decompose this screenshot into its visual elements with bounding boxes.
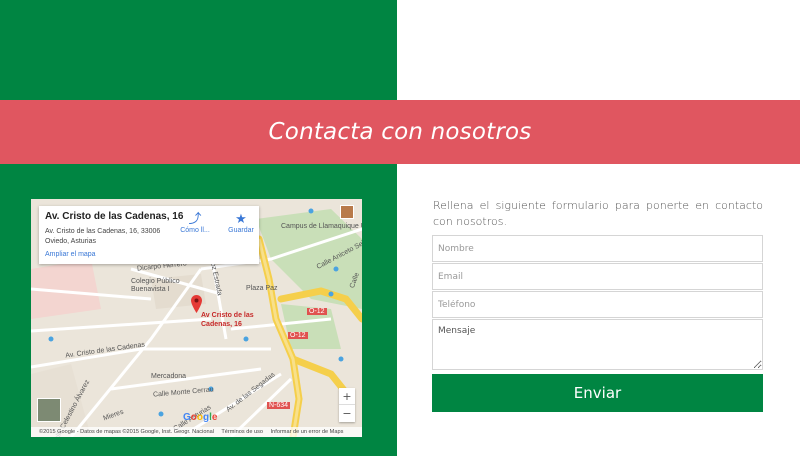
attribution-report-link[interactable]: Informar de un error de Maps [271,429,344,435]
place-name: Av. Cristo de las Cadenas, 16 [45,211,184,222]
message-textarea[interactable] [432,319,763,370]
page-title: Contacta con nosotros [268,119,532,145]
map-pin-label: Av Cristo de las Cadenas, 16 [201,312,254,328]
zoom-in-button[interactable]: + [339,388,355,405]
attribution-terms-link[interactable]: Términos de uso [221,429,263,435]
map-attribution: ©2015 Google - Datos de mapas ©2015 Goog… [31,427,362,437]
map-label-plaza-paz: Plaza Paz [246,285,278,292]
road-shield-o12-b: O-12 [288,332,308,339]
form-intro: Rellena el siguiente formulario para pon… [433,199,763,228]
save-label: Guardar [228,227,254,234]
satellite-thumbnail[interactable] [37,398,61,422]
map-label-colegio: Colegio Público Buenavista I [131,278,180,293]
name-input[interactable] [432,235,763,262]
save-place-button[interactable]: ★ Guardar [219,211,263,234]
directions-label: Cómo ll... [180,227,210,234]
map-label-campus: Campus de Llamaquique UO [281,223,362,230]
google-logo: Google [183,412,218,423]
zoom-control: + − [339,388,355,422]
place-card: Av. Cristo de las Cadenas, 16 Av. Cristo… [39,206,259,264]
embedded-map[interactable]: Campus de Llamaquique UO Calle Aniceto S… [31,199,362,437]
submit-button[interactable]: Enviar [432,374,763,412]
directions-button[interactable]: ⤴ Cómo ll... [173,211,217,234]
contact-banner: Contacta con nosotros [0,100,800,164]
zoom-out-button[interactable]: − [339,405,355,422]
enlarge-map-link[interactable]: Ampliar el mapa [45,251,96,258]
map-label-mercadona: Mercadona [151,373,187,380]
user-avatar-icon[interactable] [340,205,354,219]
directions-icon: ⤴ [188,211,202,226]
road-shield-n634: N-634 [267,402,291,409]
attribution-copyright: ©2015 Google - Datos de mapas ©2015 Goog… [39,429,214,435]
email-input[interactable] [432,263,763,290]
star-icon: ★ [235,211,247,226]
place-address: Av. Cristo de las Cadenas, 16, 33006 Ovi… [45,228,161,245]
phone-input[interactable] [432,291,763,318]
road-shield-o12-a: O-12 [307,308,327,315]
